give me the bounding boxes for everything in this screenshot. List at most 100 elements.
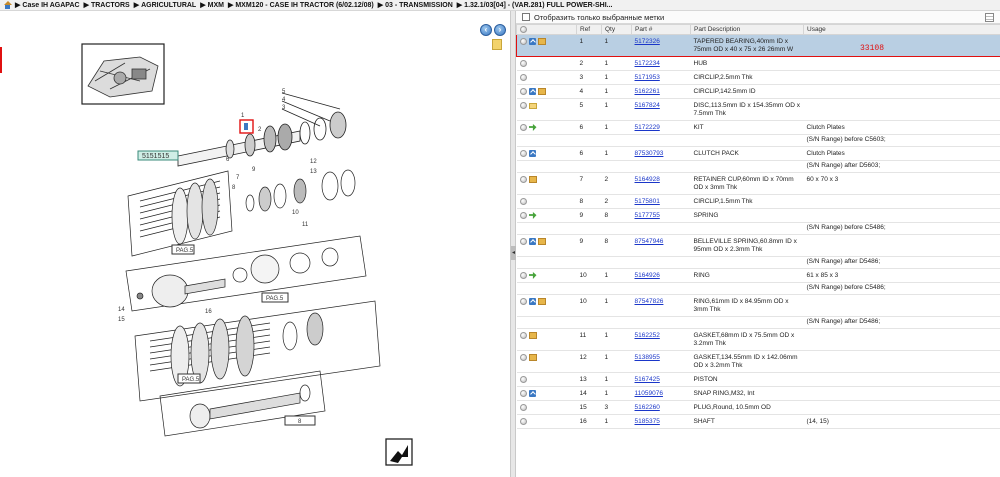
- home-icon[interactable]: [3, 1, 12, 9]
- table-row[interactable]: 10 1 87547826 RING,61mm ID x 84.95mm OD x 3…: [516, 294, 1000, 317]
- table-row[interactable]: (S/N Range) after D5486;: [516, 256, 1000, 269]
- select-row-icon[interactable]: [519, 74, 527, 81]
- table-row[interactable]: 11 1 5162252 GASKET,68mm ID x 75.5mm OD x 3…: [516, 328, 1000, 351]
- table-row[interactable]: 7 2 5164928 RETAINER CUP,60mm ID x 70mm OD …: [516, 172, 1000, 195]
- table-row[interactable]: 15 3 5162260 PLUG,Round, 10.5mm OD: [516, 400, 1000, 415]
- part-number-link[interactable]: 5175801: [635, 198, 660, 205]
- select-row-icon[interactable]: [520, 38, 527, 45]
- breadcrumb-item[interactable]: MXM120 - CASE IH TRACTOR (6/02.12/08): [235, 2, 373, 9]
- part-number-link[interactable]: 5162261: [635, 88, 660, 95]
- select-row-icon[interactable]: [519, 198, 527, 205]
- part-number-cell: [631, 160, 691, 173]
- show-selected-only-checkbox[interactable]: [522, 13, 530, 21]
- breadcrumb-item[interactable]: MXM: [208, 2, 224, 9]
- info-icon[interactable]: [528, 390, 536, 397]
- part-number-link[interactable]: 87530793: [635, 150, 664, 157]
- table-row[interactable]: (S/N Range) before C5603;: [516, 134, 1000, 147]
- select-row-icon[interactable]: [519, 60, 527, 67]
- table-row[interactable]: (S/N Range) before C5486;: [516, 222, 1000, 235]
- package-icon[interactable]: [528, 354, 537, 361]
- table-row[interactable]: (S/N Range) after D5603;: [516, 160, 1000, 173]
- part-number-link[interactable]: 87547826: [635, 298, 664, 305]
- table-row[interactable]: 12 1 5138955 GASKET,134.55mm ID x 142.06mm …: [516, 350, 1000, 373]
- spreadsheet-icon[interactable]: [985, 13, 994, 22]
- package-icon[interactable]: [537, 298, 546, 305]
- select-row-icon[interactable]: [519, 376, 527, 383]
- table-row[interactable]: 2 1 5172234 HUB: [516, 56, 1000, 71]
- select-row-icon[interactable]: [519, 102, 527, 109]
- table-row[interactable]: (S/N Range) before C5486;: [516, 282, 1000, 295]
- info-icon[interactable]: [528, 298, 536, 305]
- part-number-link[interactable]: 5171953: [635, 74, 660, 81]
- table-row[interactable]: 16 1 5185375 SHAFT (14, 15): [516, 414, 1000, 429]
- select-row-icon[interactable]: [519, 404, 527, 411]
- table-row[interactable]: (S/N Range) after D5486;: [516, 316, 1000, 329]
- table-row[interactable]: 10 1 5164926 RING 61 x 85 x 3: [516, 268, 1000, 283]
- table-row[interactable]: 8 2 5175801 CIRCLIP,1.5mm Thk: [516, 194, 1000, 209]
- header-qty[interactable]: Qty: [601, 24, 632, 35]
- table-row[interactable]: 9 8 5177755 SPRING: [516, 208, 1000, 223]
- breadcrumb-item[interactable]: 03 - TRANSMISSION: [385, 2, 453, 9]
- part-number-link[interactable]: 5162260: [635, 404, 660, 411]
- select-row-icon[interactable]: [519, 150, 527, 157]
- header-usage[interactable]: Usage: [803, 24, 1000, 35]
- table-row[interactable]: 9 8 87547946 BELLEVILLE SPRING,60.8mm ID x …: [516, 234, 1000, 257]
- part-number-link[interactable]: 5172229: [635, 124, 660, 131]
- table-row[interactable]: 1 1 5172326 TAPERED BEARING,40mm ID x 75mm …: [516, 34, 1000, 57]
- usage-cell: (S/N Range) before C5603;: [803, 134, 1000, 147]
- part-number-link[interactable]: 5177755: [635, 212, 660, 219]
- package-icon[interactable]: [528, 332, 537, 339]
- info-icon[interactable]: [528, 238, 536, 245]
- part-number-link[interactable]: 5164926: [635, 272, 660, 279]
- table-row[interactable]: 4 1 5162261 CIRCLIP,142.5mm ID: [516, 84, 1000, 99]
- table-row[interactable]: 6 1 87530793 CLUTCH PACK Clutch Plates: [516, 146, 1000, 161]
- part-number-link[interactable]: 5167824: [635, 102, 660, 109]
- table-row[interactable]: 14 1 11059076 SNAP RING,M32, Int: [516, 386, 1000, 401]
- table-row[interactable]: 6 1 5172229 KIT Clutch Plates: [516, 120, 1000, 135]
- header-ref[interactable]: Ref: [576, 24, 602, 35]
- breadcrumb-item[interactable]: TRACTORS: [91, 2, 130, 9]
- package-icon[interactable]: [537, 88, 546, 95]
- folder-icon[interactable]: [528, 103, 537, 109]
- part-number-link[interactable]: 5172326: [635, 38, 660, 45]
- select-row-icon[interactable]: [519, 418, 527, 425]
- table-row[interactable]: 3 1 5171953 CIRCLIP,2.5mm Thk: [516, 70, 1000, 85]
- select-row-icon[interactable]: [519, 212, 527, 219]
- table-row[interactable]: 13 1 5167425 PISTON: [516, 372, 1000, 387]
- part-number-link[interactable]: 5138955: [635, 354, 660, 361]
- replacement-arrow-icon[interactable]: [528, 124, 537, 131]
- info-icon[interactable]: [528, 88, 536, 95]
- select-row-icon[interactable]: [519, 390, 527, 397]
- replacement-arrow-icon[interactable]: [528, 212, 537, 219]
- part-number-link[interactable]: 5162252: [635, 332, 660, 339]
- part-number-link[interactable]: 87547946: [635, 238, 664, 245]
- select-row-icon[interactable]: [519, 176, 527, 183]
- select-row-icon[interactable]: [519, 238, 527, 245]
- header-part-number[interactable]: Part #: [631, 24, 691, 35]
- select-row-icon[interactable]: [519, 298, 527, 305]
- export-icon[interactable]: [385, 438, 413, 466]
- select-row-icon[interactable]: [519, 124, 527, 131]
- select-row-icon[interactable]: [519, 332, 527, 339]
- part-number-link[interactable]: 11059076: [635, 390, 663, 397]
- part-number-link[interactable]: 5185375: [635, 418, 660, 425]
- part-number-link[interactable]: 5164928: [635, 176, 660, 183]
- header-description[interactable]: Part Description: [690, 24, 804, 35]
- settings-icon[interactable]: [520, 26, 527, 33]
- part-number-link[interactable]: 5172234: [635, 60, 660, 67]
- breadcrumb-item[interactable]: 1.32.1/03[04] - (VAR.281) FULL POWER-SHI…: [464, 2, 612, 9]
- package-icon[interactable]: [538, 38, 546, 45]
- part-number-link[interactable]: 5167425: [635, 376, 660, 383]
- replacement-arrow-icon[interactable]: [528, 272, 537, 279]
- package-icon[interactable]: [537, 238, 546, 245]
- breadcrumb-item[interactable]: Case IH AGAPAC: [22, 2, 79, 9]
- select-row-icon[interactable]: [519, 88, 527, 95]
- part-number-cell: [631, 282, 691, 295]
- breadcrumb-item[interactable]: AGRICULTURAL: [141, 2, 196, 9]
- info-icon[interactable]: [528, 150, 536, 157]
- package-icon[interactable]: [528, 176, 537, 183]
- select-row-icon[interactable]: [519, 354, 527, 361]
- select-row-icon[interactable]: [519, 272, 527, 279]
- info-icon[interactable]: [529, 38, 536, 45]
- table-row[interactable]: 5 1 5167824 DISC,113.5mm ID x 154.35mm OD x…: [516, 98, 1000, 121]
